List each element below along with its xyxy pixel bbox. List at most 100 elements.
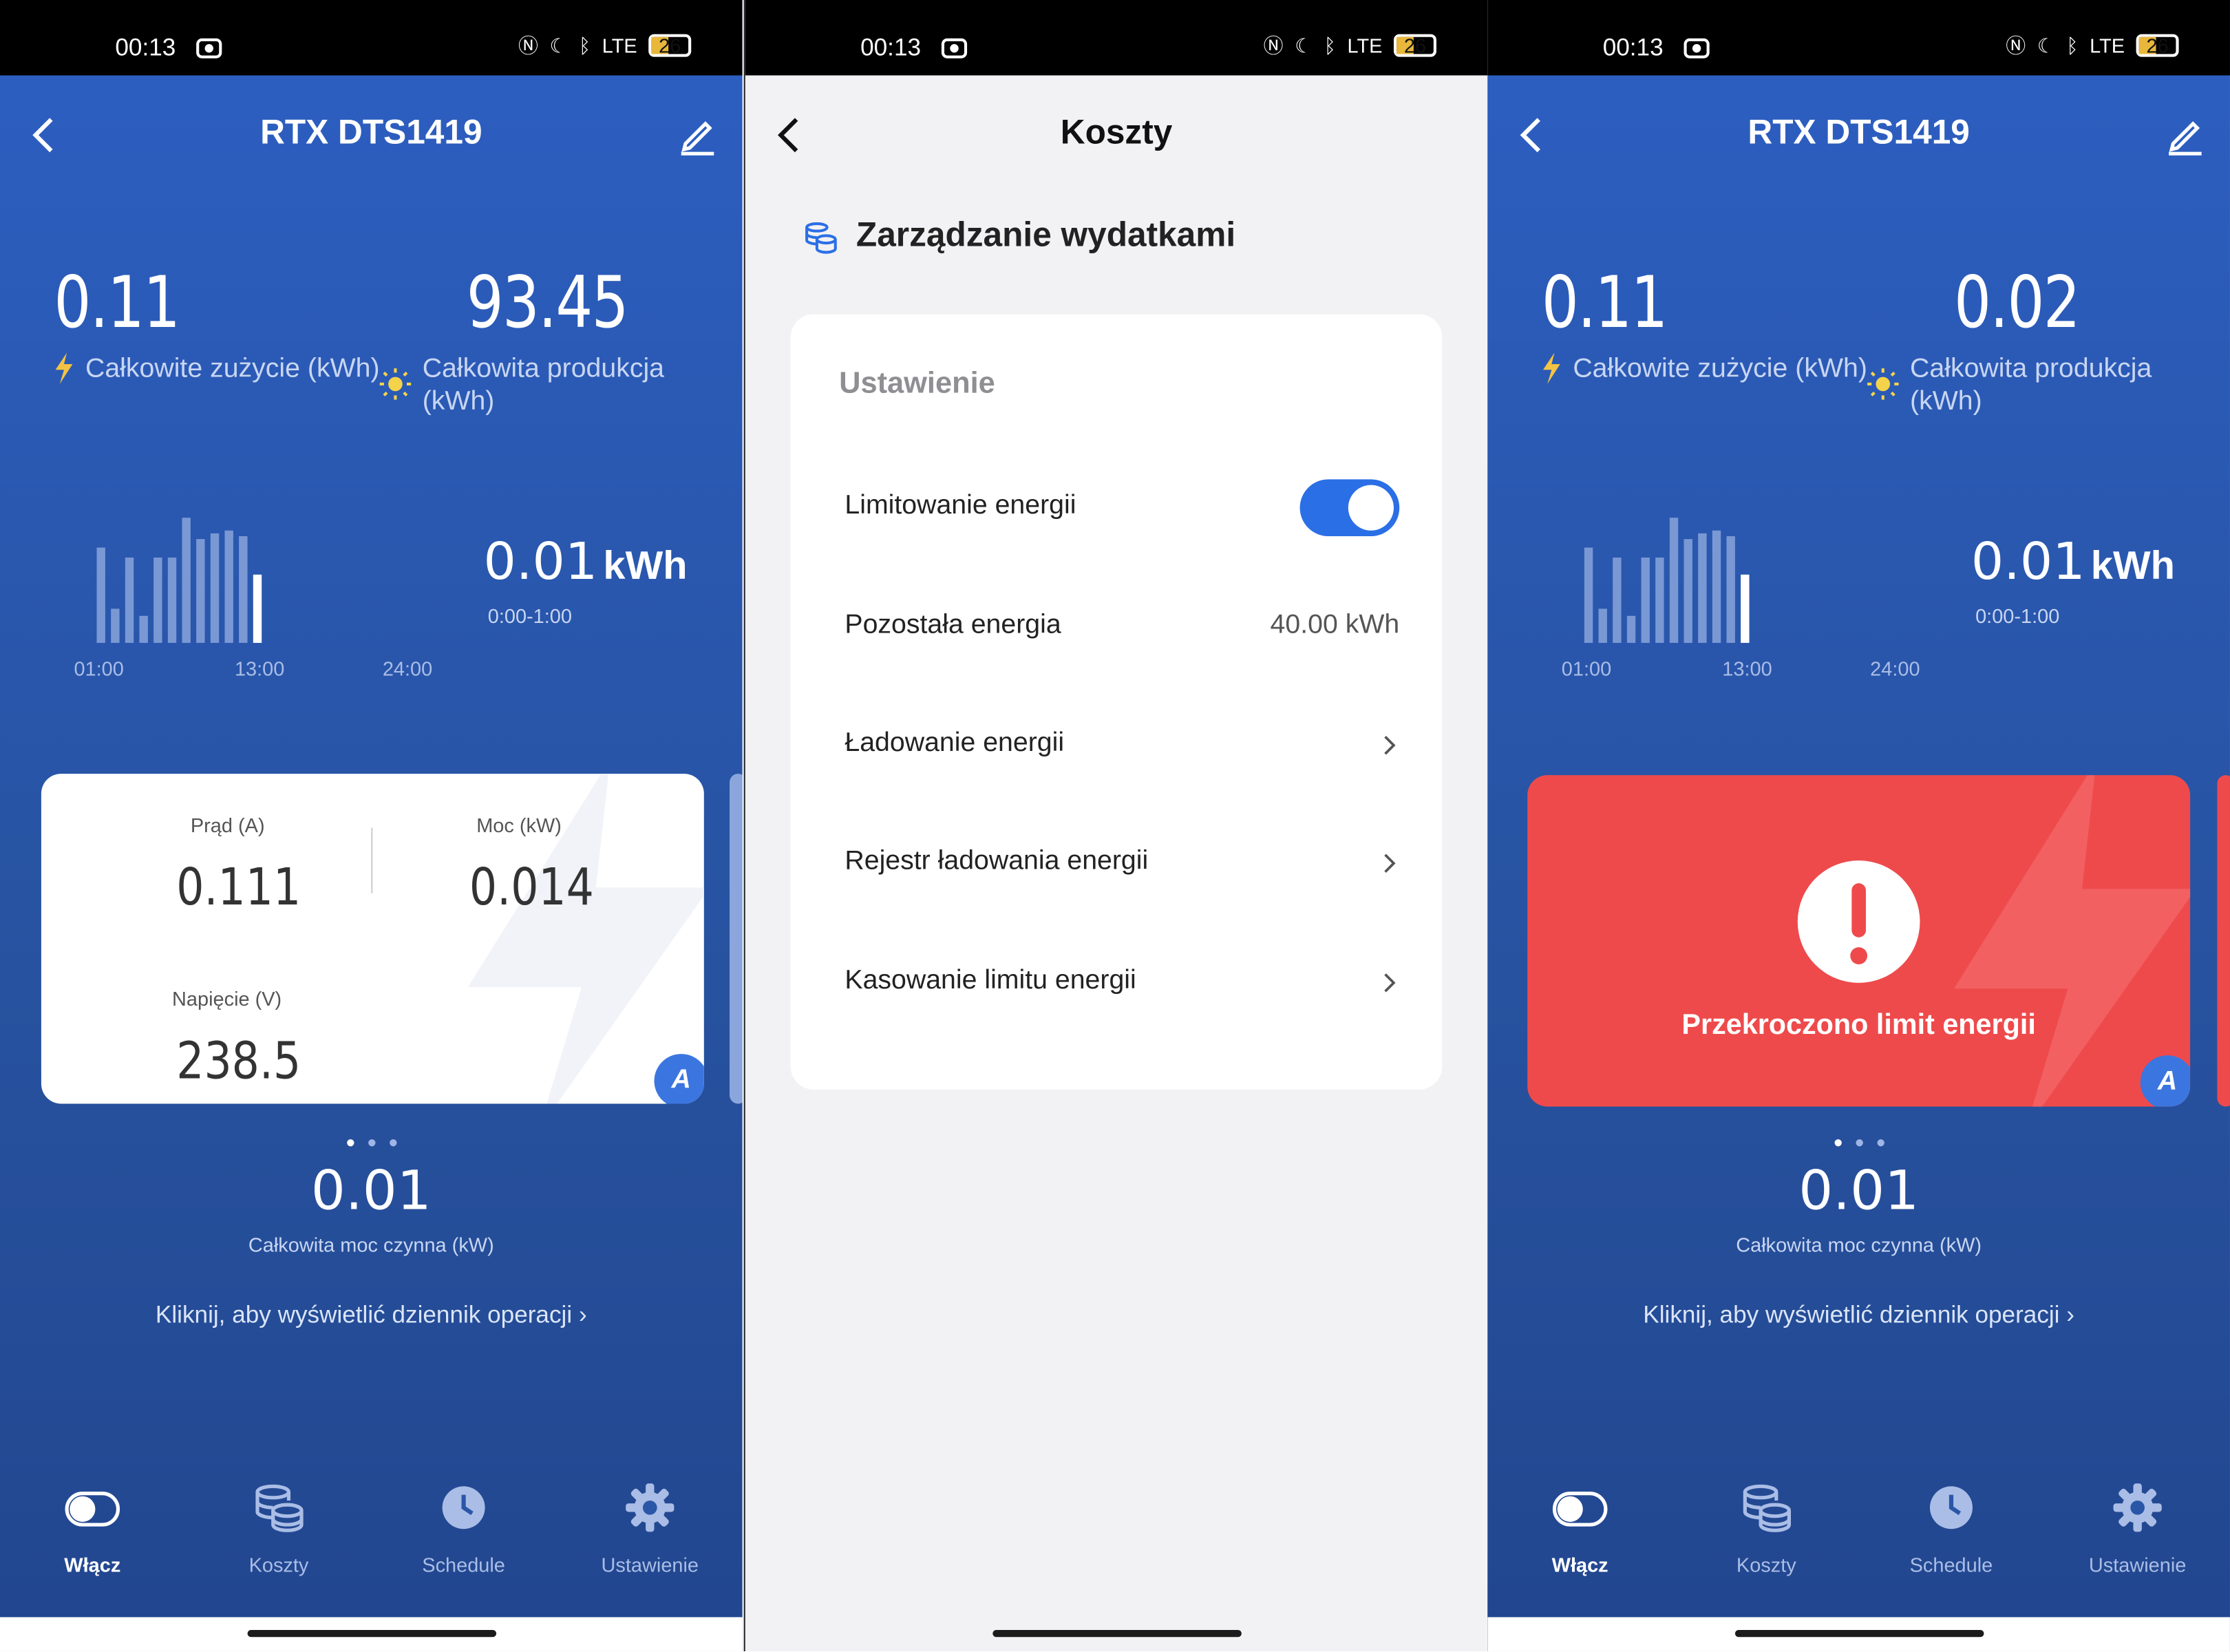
production-value: 0.02 [1954, 262, 2081, 345]
home-indicator[interactable] [1734, 1629, 1984, 1638]
chart-bar[interactable] [167, 557, 177, 643]
home-indicator[interactable] [992, 1629, 1242, 1638]
chart-bar[interactable] [239, 536, 248, 643]
row-charging-history[interactable]: Rejestr ładowania energii [845, 835, 1399, 892]
screen-power-overview: 00:13 Ⓝ ☾ ᛒ LTE 26 RTX DTS1419 0.11 Całk… [0, 0, 743, 1651]
status-icons: Ⓝ ☾ ᛒ LTE 26 [1264, 31, 1436, 59]
tab-label: Ustawienie [601, 1553, 699, 1576]
total-active-power-value: 0.01 [1798, 1159, 1920, 1222]
bottom-tab-bar: Włącz Koszty Schedule Ustawienie [0, 1479, 743, 1593]
status-time: 00:13 [115, 34, 176, 61]
edit-pencil-icon[interactable] [677, 114, 717, 156]
sun-icon [379, 368, 412, 400]
chart-bar[interactable] [253, 574, 262, 643]
current-value: 0.111 [176, 859, 301, 918]
status-time: 00:13 [860, 34, 922, 61]
next-card-peek[interactable] [2217, 775, 2230, 1107]
tab-koszty[interactable]: Koszty [208, 1479, 350, 1576]
coins-icon [255, 1484, 304, 1532]
chart-bar[interactable] [210, 533, 220, 643]
tab-label: Koszty [248, 1553, 309, 1576]
carousel-dot [1876, 1139, 1884, 1147]
tab-wlacz[interactable]: Włącz [1509, 1479, 1651, 1576]
row-label: Rejestr ładowania energii [845, 846, 1149, 876]
chart-bar[interactable] [153, 557, 162, 643]
gear-icon [626, 1483, 675, 1532]
selected-hour-range: 0:00-1:00 [1975, 604, 2060, 628]
signal-icon: LTE [602, 34, 637, 57]
gear-icon [2113, 1483, 2162, 1532]
chart-tick-label: 01:00 [1561, 657, 1612, 680]
chart-bar[interactable] [1613, 557, 1622, 643]
tab-koszty[interactable]: Koszty [1695, 1479, 1838, 1576]
home-indicator[interactable] [247, 1629, 497, 1638]
limit-exceeded-card[interactable]: Przekroczono limit energii A [1527, 775, 2191, 1107]
edit-pencil-icon[interactable] [2165, 114, 2205, 156]
tab-label: Włącz [1551, 1553, 1608, 1576]
chart-bar[interactable] [1741, 574, 1750, 643]
selected-hour-unit: kWh [603, 543, 688, 588]
auto-mode-badge[interactable]: A [2140, 1055, 2191, 1107]
current-label: Prąd (A) [190, 813, 265, 836]
voltage-label: Napięcie (V) [172, 987, 282, 1010]
hourly-energy-chart[interactable] [94, 507, 279, 643]
selected-hour-unit: kWh [2090, 543, 2175, 588]
status-bar: 00:13 Ⓝ ☾ ᛒ LTE 26 [1487, 0, 2230, 76]
row-energy-charging[interactable]: Ładowanie energii [845, 717, 1399, 774]
chart-bar[interactable] [1598, 608, 1607, 643]
energy-limit-toggle[interactable] [1299, 479, 1400, 536]
status-bar: 00:13 Ⓝ ☾ ᛒ LTE 26 [745, 0, 1488, 76]
chart-bar[interactable] [1669, 518, 1679, 643]
chart-bar[interactable] [224, 530, 233, 643]
notification-icon [941, 38, 968, 59]
chart-bar[interactable] [1698, 533, 1707, 643]
chart-bar[interactable] [1655, 557, 1664, 643]
warning-circle [1797, 860, 1920, 983]
tab-wlacz[interactable]: Włącz [21, 1479, 164, 1576]
tab-schedule[interactable]: Schedule [1880, 1479, 2023, 1576]
consumption-label: Całkowite zużycie (kWh) [85, 354, 380, 384]
tab-ustawienie[interactable]: Ustawienie [579, 1479, 721, 1576]
auto-mode-badge[interactable]: A [654, 1054, 704, 1104]
tab-ustawienie[interactable]: Ustawienie [2066, 1479, 2209, 1576]
lightning-icon [1542, 352, 1560, 384]
tab-schedule[interactable]: Schedule [392, 1479, 535, 1576]
row-reset-limit[interactable]: Kasowanie limitu energii [845, 954, 1399, 1011]
chart-bar[interactable] [1641, 557, 1650, 643]
limit-exceeded-message: Przekroczono limit energii [1681, 1010, 2036, 1041]
operation-log-link[interactable]: Kliknij, aby wyświetlić dziennik operacj… [1487, 1302, 2230, 1330]
bluetooth-icon: ᛒ [578, 34, 591, 57]
chevron-right-icon: › [578, 1301, 587, 1328]
battery-icon: 26 [648, 34, 692, 57]
chart-bar[interactable] [1626, 615, 1636, 643]
notification-icon [196, 38, 222, 59]
chart-bar[interactable] [196, 539, 205, 643]
chart-bar[interactable] [96, 547, 105, 643]
chart-bar[interactable] [182, 518, 191, 643]
settings-card: Ustawienie Limitowanie energii Pozostała… [790, 314, 1443, 1090]
chart-bar[interactable] [1684, 539, 1692, 643]
row-label: Limitowanie energii [845, 490, 1076, 521]
power-label: Moc (kW) [476, 813, 562, 836]
tab-label: Koszty [1736, 1553, 1796, 1576]
carousel-dot [389, 1139, 396, 1147]
chart-tick-label: 13:00 [234, 657, 285, 680]
page-title: Koszty [1060, 114, 1173, 153]
row-label: Ładowanie energii [845, 728, 1065, 759]
page-title: RTX DTS1419 [1748, 114, 1970, 153]
chart-bar[interactable] [139, 615, 148, 643]
lightning-watermark-icon [1954, 775, 2191, 1107]
operation-log-link[interactable]: Kliknij, aby wyświetlić dziennik operacj… [0, 1302, 743, 1330]
hourly-energy-chart[interactable] [1582, 507, 1767, 643]
chart-bar[interactable] [1712, 530, 1721, 643]
screen-costs: 00:13 Ⓝ ☾ ᛒ LTE 26 Koszty Zarządzanie wy… [743, 0, 1489, 1651]
measurement-card[interactable]: Prąd (A) 0.111 Moc (kW) 0.014 Napięcie (… [41, 774, 704, 1104]
operation-log-text: Kliknij, aby wyświetlić dziennik operacj… [155, 1301, 573, 1328]
chart-bar[interactable] [111, 608, 120, 643]
next-card-peek[interactable] [730, 774, 743, 1104]
chart-bar[interactable] [1726, 536, 1735, 643]
chart-bar[interactable] [1584, 547, 1593, 643]
chart-bar[interactable] [125, 557, 134, 643]
tab-label: Włącz [64, 1553, 121, 1576]
toggle-icon [65, 1492, 120, 1527]
